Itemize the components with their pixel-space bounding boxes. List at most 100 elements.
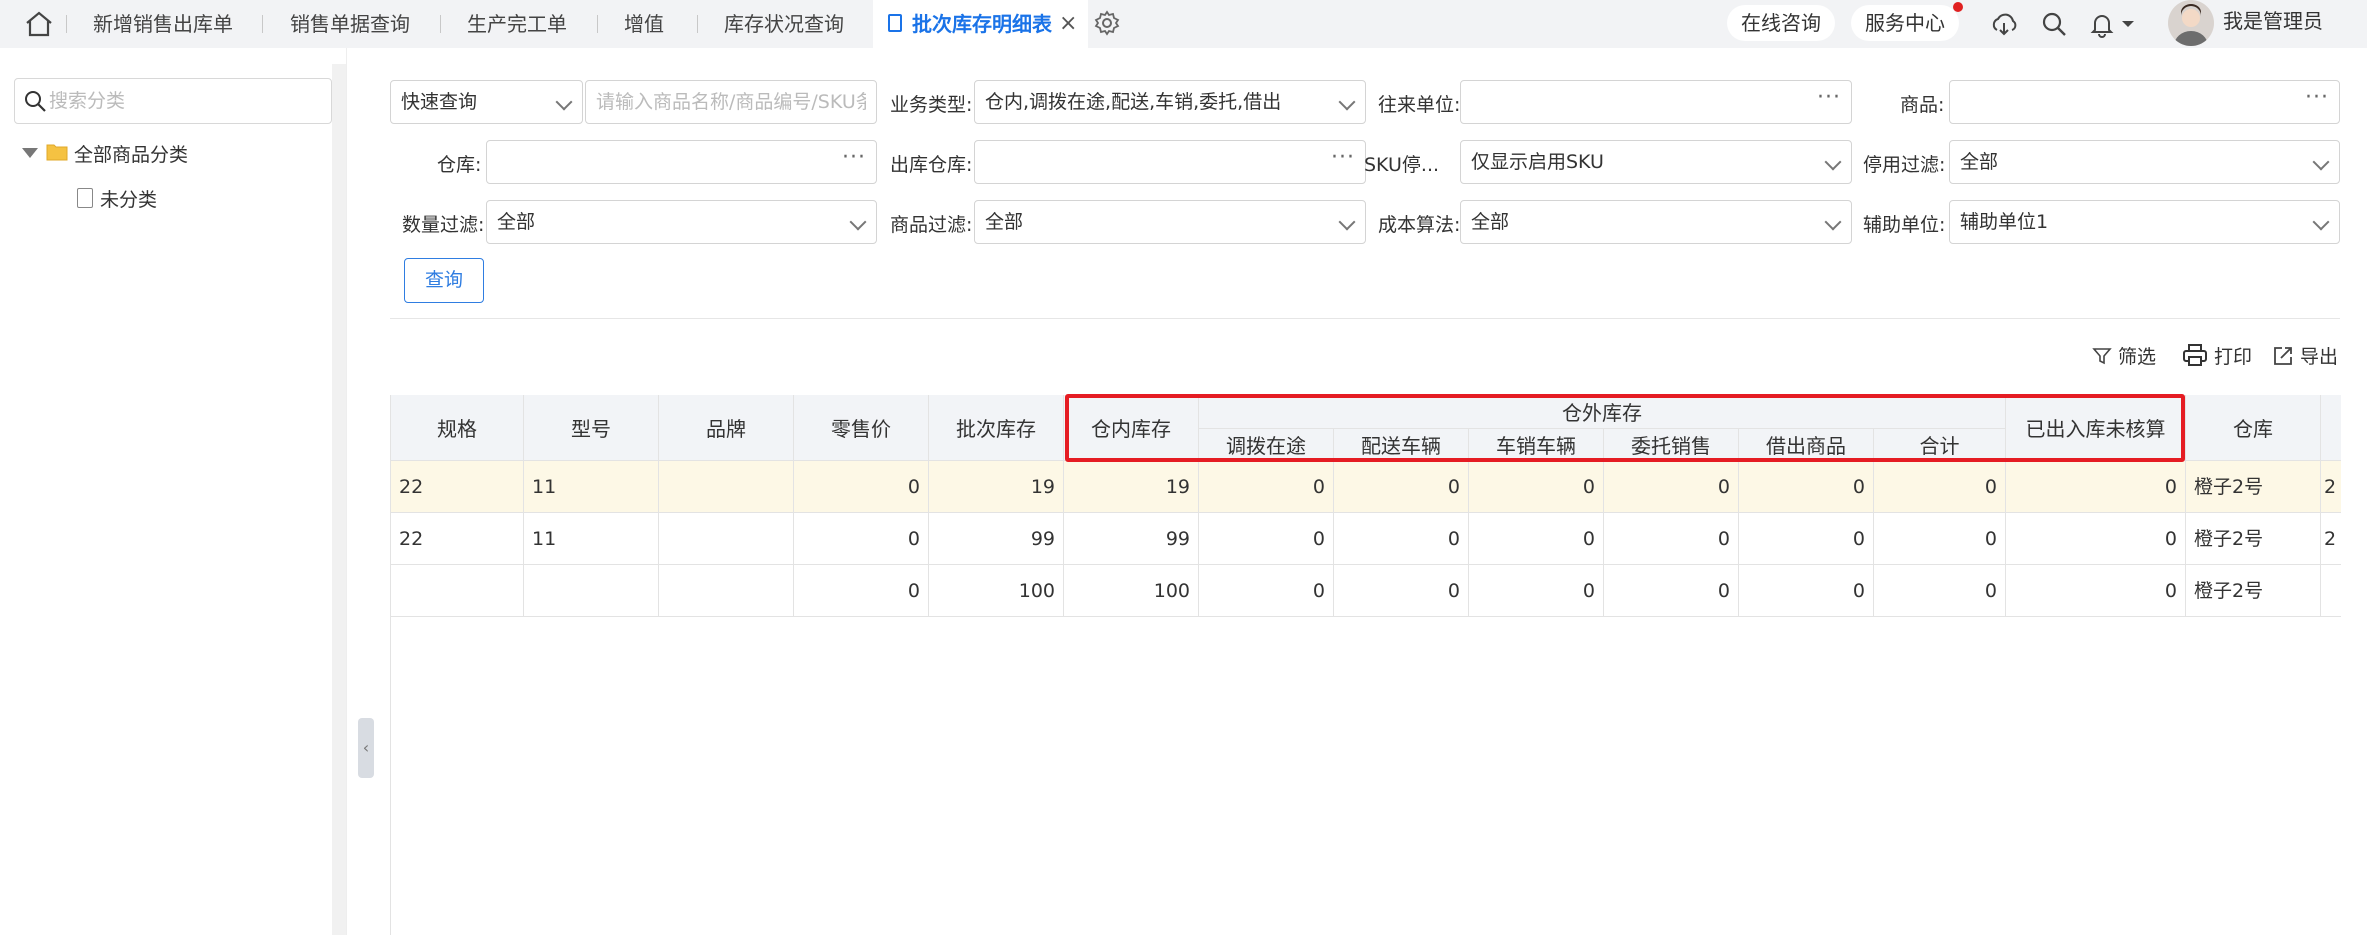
home-icon[interactable] — [24, 10, 54, 38]
cell-overflow — [2321, 565, 2341, 617]
cell-spec: 22 — [391, 513, 524, 565]
search-icon[interactable] — [2040, 10, 2068, 38]
category-search-input[interactable]: 搜索分类 — [14, 78, 332, 124]
expand-arrow-icon[interactable] — [22, 148, 38, 158]
cell-batch: 100 — [929, 565, 1064, 617]
cell-unverified: 0 — [2006, 565, 2186, 617]
out-warehouse-field[interactable]: ··· — [974, 140, 1366, 184]
sku-status-select[interactable]: 仅显示启用SKU — [1460, 140, 1852, 184]
aux-unit-label: 辅助单位: — [1863, 214, 1946, 236]
partner-field[interactable]: ··· — [1460, 80, 1852, 124]
col-spec[interactable]: 规格 — [391, 395, 524, 461]
cell-model — [524, 565, 659, 617]
warehouse-label: 仓库: — [437, 154, 482, 176]
warehouse-field[interactable]: ··· — [486, 140, 877, 184]
cell-consign: 0 — [1604, 565, 1739, 617]
cost-method-select[interactable]: 全部 — [1460, 200, 1852, 244]
notification-dot — [1953, 2, 1963, 12]
more-icon[interactable]: ··· — [2305, 85, 2329, 110]
tree-item-uncategorized[interactable]: 未分类 — [100, 185, 157, 212]
tab-production[interactable]: 生产完工单 — [467, 0, 567, 48]
gear-icon[interactable] — [1094, 10, 1120, 36]
tab-separator — [697, 15, 698, 33]
disable-filter-label: 停用过滤: — [1863, 154, 1946, 176]
tab-value-added[interactable]: 增值 — [624, 0, 664, 48]
out-warehouse-label: 出库仓库: — [890, 154, 973, 176]
chevron-down-icon — [1824, 213, 1842, 231]
col-model[interactable]: 型号 — [524, 395, 659, 461]
more-icon[interactable]: ··· — [1817, 85, 1841, 110]
cell-car-sale: 0 — [1469, 513, 1604, 565]
export-button[interactable]: 导出 — [2272, 342, 2338, 369]
cell-warehouse: 橙子2号 — [2186, 461, 2321, 513]
qty-filter-select[interactable]: 全部 — [486, 200, 877, 244]
cell-spec: 22 — [391, 461, 524, 513]
tab-batch-stock-detail[interactable]: 批次库存明细表 × — [873, 0, 1088, 48]
cost-method-label: 成本算法: — [1378, 214, 1461, 236]
collapse-panel-button[interactable]: ‹ — [358, 718, 374, 778]
cell-warehouse: 橙子2号 — [2186, 513, 2321, 565]
quick-query-select[interactable]: 快速查询 — [390, 80, 583, 124]
filter-button[interactable]: 筛选 — [2092, 342, 2156, 369]
product-field[interactable]: ··· — [1949, 80, 2340, 124]
avatar[interactable] — [2168, 0, 2214, 46]
user-name[interactable]: 我是管理员 — [2223, 0, 2323, 42]
disable-filter-select[interactable]: 全部 — [1949, 140, 2340, 184]
cell-delivery: 0 — [1334, 565, 1469, 617]
cell-transfer: 0 — [1199, 461, 1334, 513]
cell-transfer: 0 — [1199, 565, 1334, 617]
more-icon[interactable]: ··· — [842, 145, 866, 170]
cell-brand — [659, 513, 794, 565]
cell-unverified: 0 — [2006, 513, 2186, 565]
goods-filter-select[interactable]: 全部 — [974, 200, 1366, 244]
cell-warehouse: 橙子2号 — [2186, 565, 2321, 617]
print-button[interactable]: 打印 — [2182, 342, 2252, 369]
aux-unit-select[interactable]: 辅助单位1 — [1949, 200, 2340, 244]
bell-icon[interactable] — [2088, 10, 2116, 38]
chevron-down-icon — [555, 93, 573, 111]
cell-retail: 0 — [794, 461, 929, 513]
table-row[interactable]: 0 100 100 0 0 0 0 0 0 0 橙子2号 — [391, 565, 2341, 617]
tab-separator — [66, 15, 67, 33]
col-brand[interactable]: 品牌 — [659, 395, 794, 461]
tab-new-sales-out[interactable]: 新增销售出库单 — [93, 0, 233, 48]
cloud-download-icon[interactable] — [1990, 10, 2018, 38]
cell-total: 0 — [1874, 513, 2006, 565]
col-warehouse[interactable]: 仓库 — [2186, 395, 2321, 461]
cell-retail: 0 — [794, 565, 929, 617]
cell-in-stock: 99 — [1064, 513, 1199, 565]
close-icon[interactable]: × — [1059, 0, 1077, 48]
service-center-button[interactable]: 服务中心 — [1851, 5, 1959, 41]
col-batch-stock[interactable]: 批次库存 — [929, 395, 1064, 461]
cell-model: 11 — [524, 513, 659, 565]
chevron-down-icon — [1824, 153, 1842, 171]
cell-spec — [391, 565, 524, 617]
more-icon[interactable]: ··· — [1331, 145, 1355, 170]
cell-delivery: 0 — [1334, 461, 1469, 513]
quick-search-input[interactable]: 请输入商品名称/商品编号/SKU条... — [585, 80, 877, 124]
cell-overflow: 2 — [2324, 528, 2337, 550]
cell-unverified: 0 — [2006, 461, 2186, 513]
table-row[interactable]: 22 11 0 19 19 0 0 0 0 0 0 0 橙子2号 2 — [391, 461, 2341, 513]
col-retail-price[interactable]: 零售价 — [794, 395, 929, 461]
cell-consign: 0 — [1604, 513, 1739, 565]
goods-filter-label: 商品过滤: — [890, 214, 973, 236]
biz-type-select[interactable]: 仓内,调拨在途,配送,车销,委托,借出 — [974, 80, 1366, 124]
cell-in-stock: 100 — [1064, 565, 1199, 617]
tab-stock-status[interactable]: 库存状况查询 — [724, 0, 844, 48]
online-consult-button[interactable]: 在线咨询 — [1727, 5, 1835, 41]
tree-item-all-categories[interactable]: 全部商品分类 — [74, 140, 188, 167]
sku-label: SKU停... — [1364, 154, 1440, 176]
file-icon — [77, 188, 93, 208]
sidebar-scrollbar[interactable] — [332, 64, 346, 935]
cell-car-sale: 0 — [1469, 565, 1604, 617]
cell-consign: 0 — [1604, 461, 1739, 513]
cell-lend: 0 — [1739, 513, 1874, 565]
chevron-down-icon — [849, 213, 867, 231]
caret-down-icon[interactable] — [2120, 10, 2136, 38]
tab-bar: 新增销售出库单 销售单据查询 生产完工单 增值 库存状况查询 批次库存明细表 ×… — [0, 0, 2367, 48]
table-row[interactable]: 22 11 0 99 99 0 0 0 0 0 0 0 橙子2号 2 — [391, 513, 2341, 565]
tab-sales-query[interactable]: 销售单据查询 — [290, 0, 410, 48]
divider — [390, 318, 2340, 319]
query-button[interactable]: 查询 — [404, 258, 484, 303]
